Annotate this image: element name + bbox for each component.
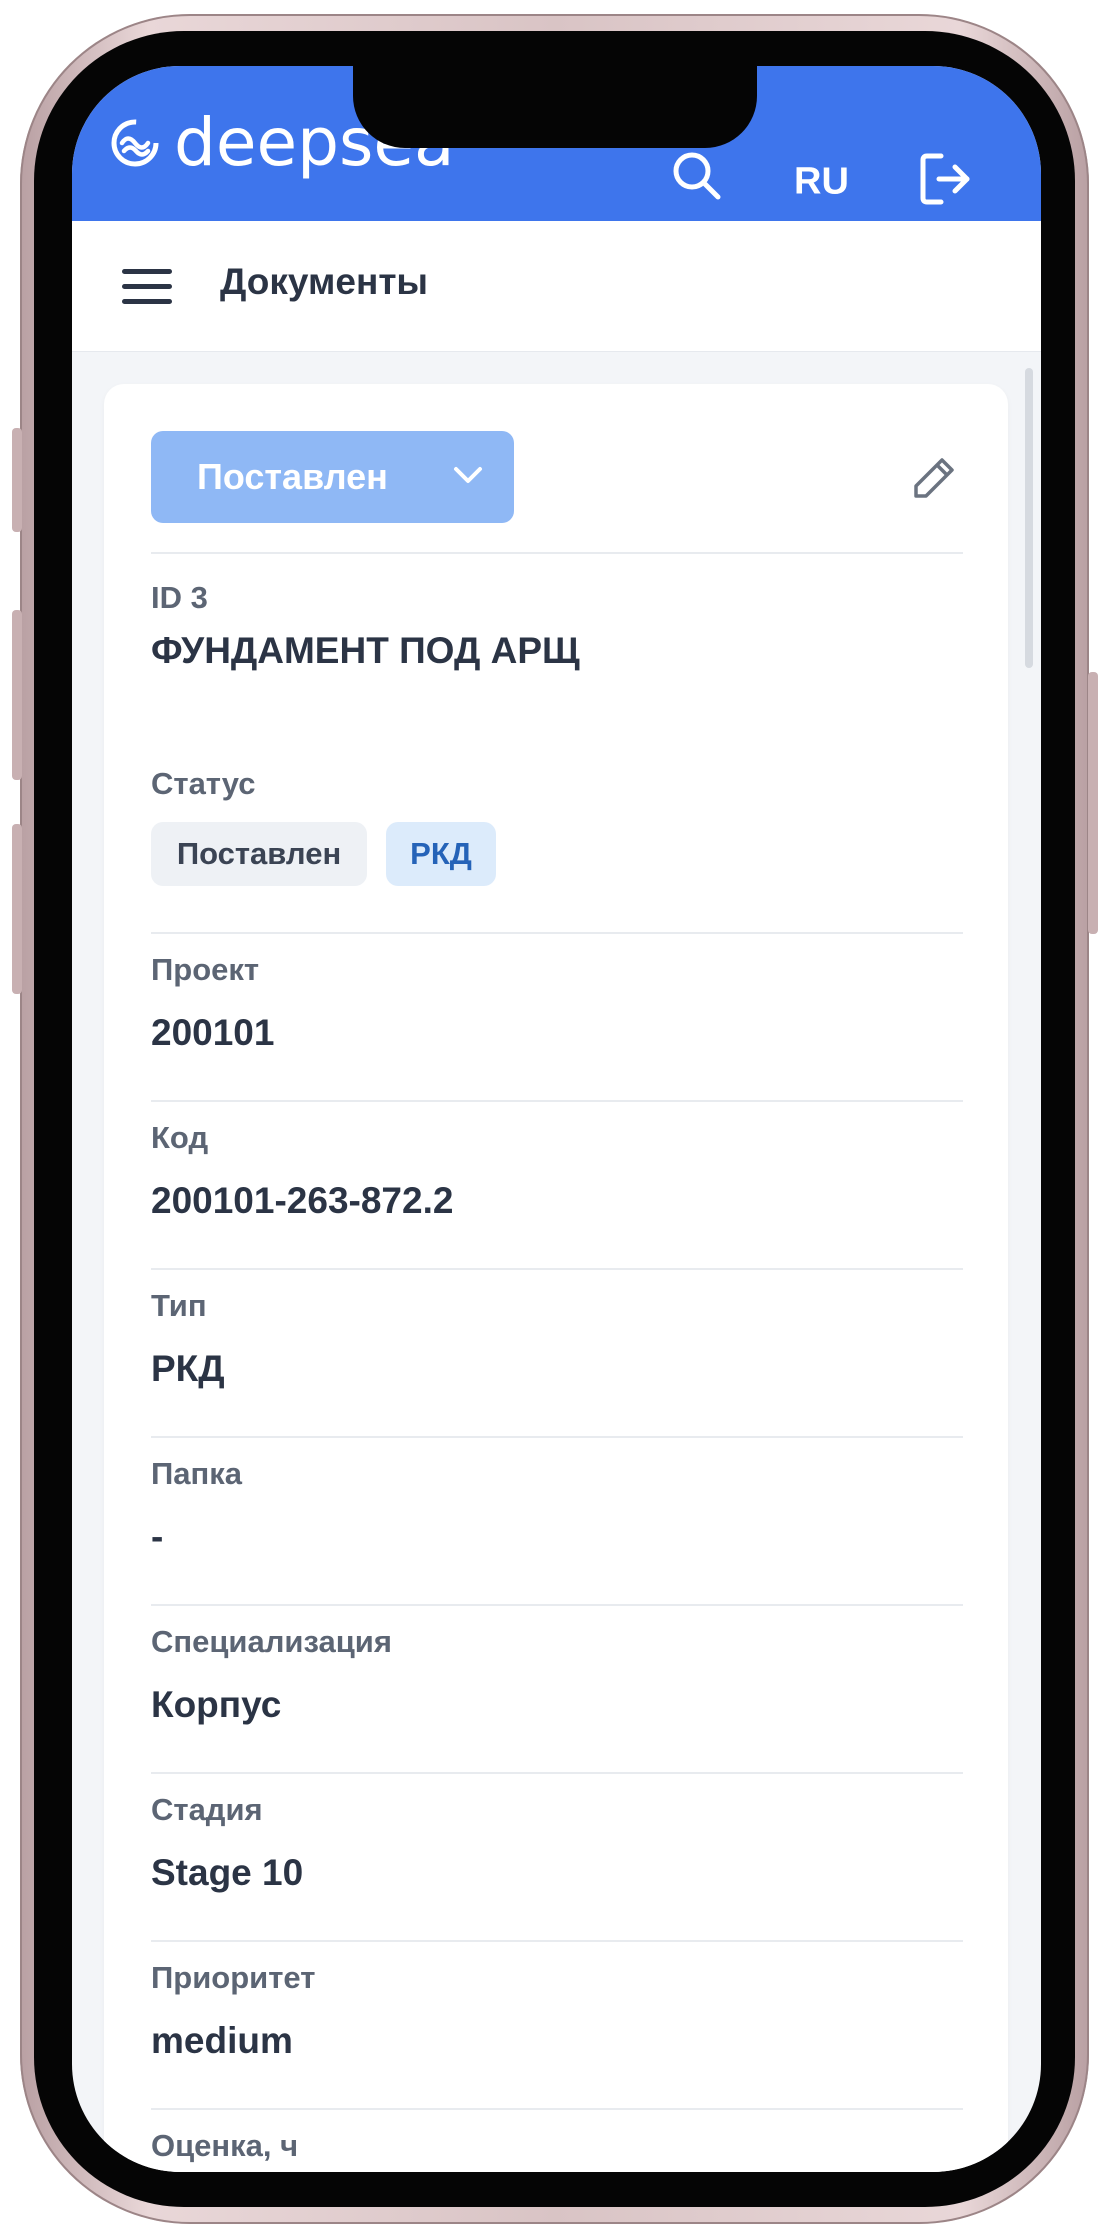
status-label: Статус xyxy=(151,766,256,801)
field-value-stage: Stage 10 xyxy=(151,1852,304,1893)
field-value-code: 200101-263-872.2 xyxy=(151,1180,454,1221)
divider xyxy=(151,552,963,554)
field-label-code: Код xyxy=(151,1120,209,1155)
document-card: Поставлен ID 3 ФУНДАМЕНТ ПОД АРЩ Статус … xyxy=(104,384,1008,2172)
mute-switch xyxy=(12,428,22,532)
volume-up-button xyxy=(12,610,22,780)
divider xyxy=(151,1268,963,1270)
scrollbar[interactable] xyxy=(1025,368,1033,668)
divider xyxy=(151,1940,963,1942)
field-label-stage: Стадия xyxy=(151,1792,263,1827)
field-value-project: 200101 xyxy=(151,1012,275,1053)
search-icon[interactable] xyxy=(668,151,728,205)
page-title: Документы xyxy=(220,261,429,302)
volume-down-button xyxy=(12,824,22,994)
logout-icon[interactable] xyxy=(917,150,975,208)
divider xyxy=(151,1436,963,1438)
field-label-priority: Приоритет xyxy=(151,1960,316,1995)
deepsea-logo-icon xyxy=(111,119,159,167)
divider xyxy=(151,1100,963,1102)
field-label-project: Проект xyxy=(151,952,260,987)
field-label-folder: Папка xyxy=(151,1456,243,1491)
phone-screen: deepsea RU Документы Поставлен ID 3 ФУНД… xyxy=(72,66,1041,2172)
field-value-specialization: Корпус xyxy=(151,1684,282,1725)
hamburger-menu-icon[interactable] xyxy=(122,269,172,305)
divider xyxy=(151,1772,963,1774)
document-id: ID 3 xyxy=(151,580,208,615)
type-chip: РКД xyxy=(386,822,496,886)
phone-notch xyxy=(353,66,757,148)
field-label-type: Тип xyxy=(151,1288,207,1323)
divider xyxy=(151,1604,963,1606)
power-button xyxy=(1088,672,1098,934)
status-dropdown[interactable]: Поставлен xyxy=(151,431,514,523)
divider xyxy=(151,932,963,934)
field-value-folder: - xyxy=(151,1516,164,1557)
field-label-estimate: Оценка, ч xyxy=(151,2128,299,2163)
page-header: Документы xyxy=(72,221,1041,352)
chevron-down-icon xyxy=(454,467,482,483)
pencil-icon[interactable] xyxy=(910,454,958,502)
field-value-type: РКД xyxy=(151,1348,225,1389)
status-chip: Поставлен xyxy=(151,822,367,886)
field-value-priority: medium xyxy=(151,2020,293,2061)
field-label-specialization: Специализация xyxy=(151,1624,392,1659)
status-dropdown-label: Поставлен xyxy=(197,456,388,497)
language-switch[interactable]: RU xyxy=(794,161,849,204)
document-title: ФУНДАМЕНТ ПОД АРЩ xyxy=(151,630,580,671)
divider xyxy=(151,2108,963,2110)
